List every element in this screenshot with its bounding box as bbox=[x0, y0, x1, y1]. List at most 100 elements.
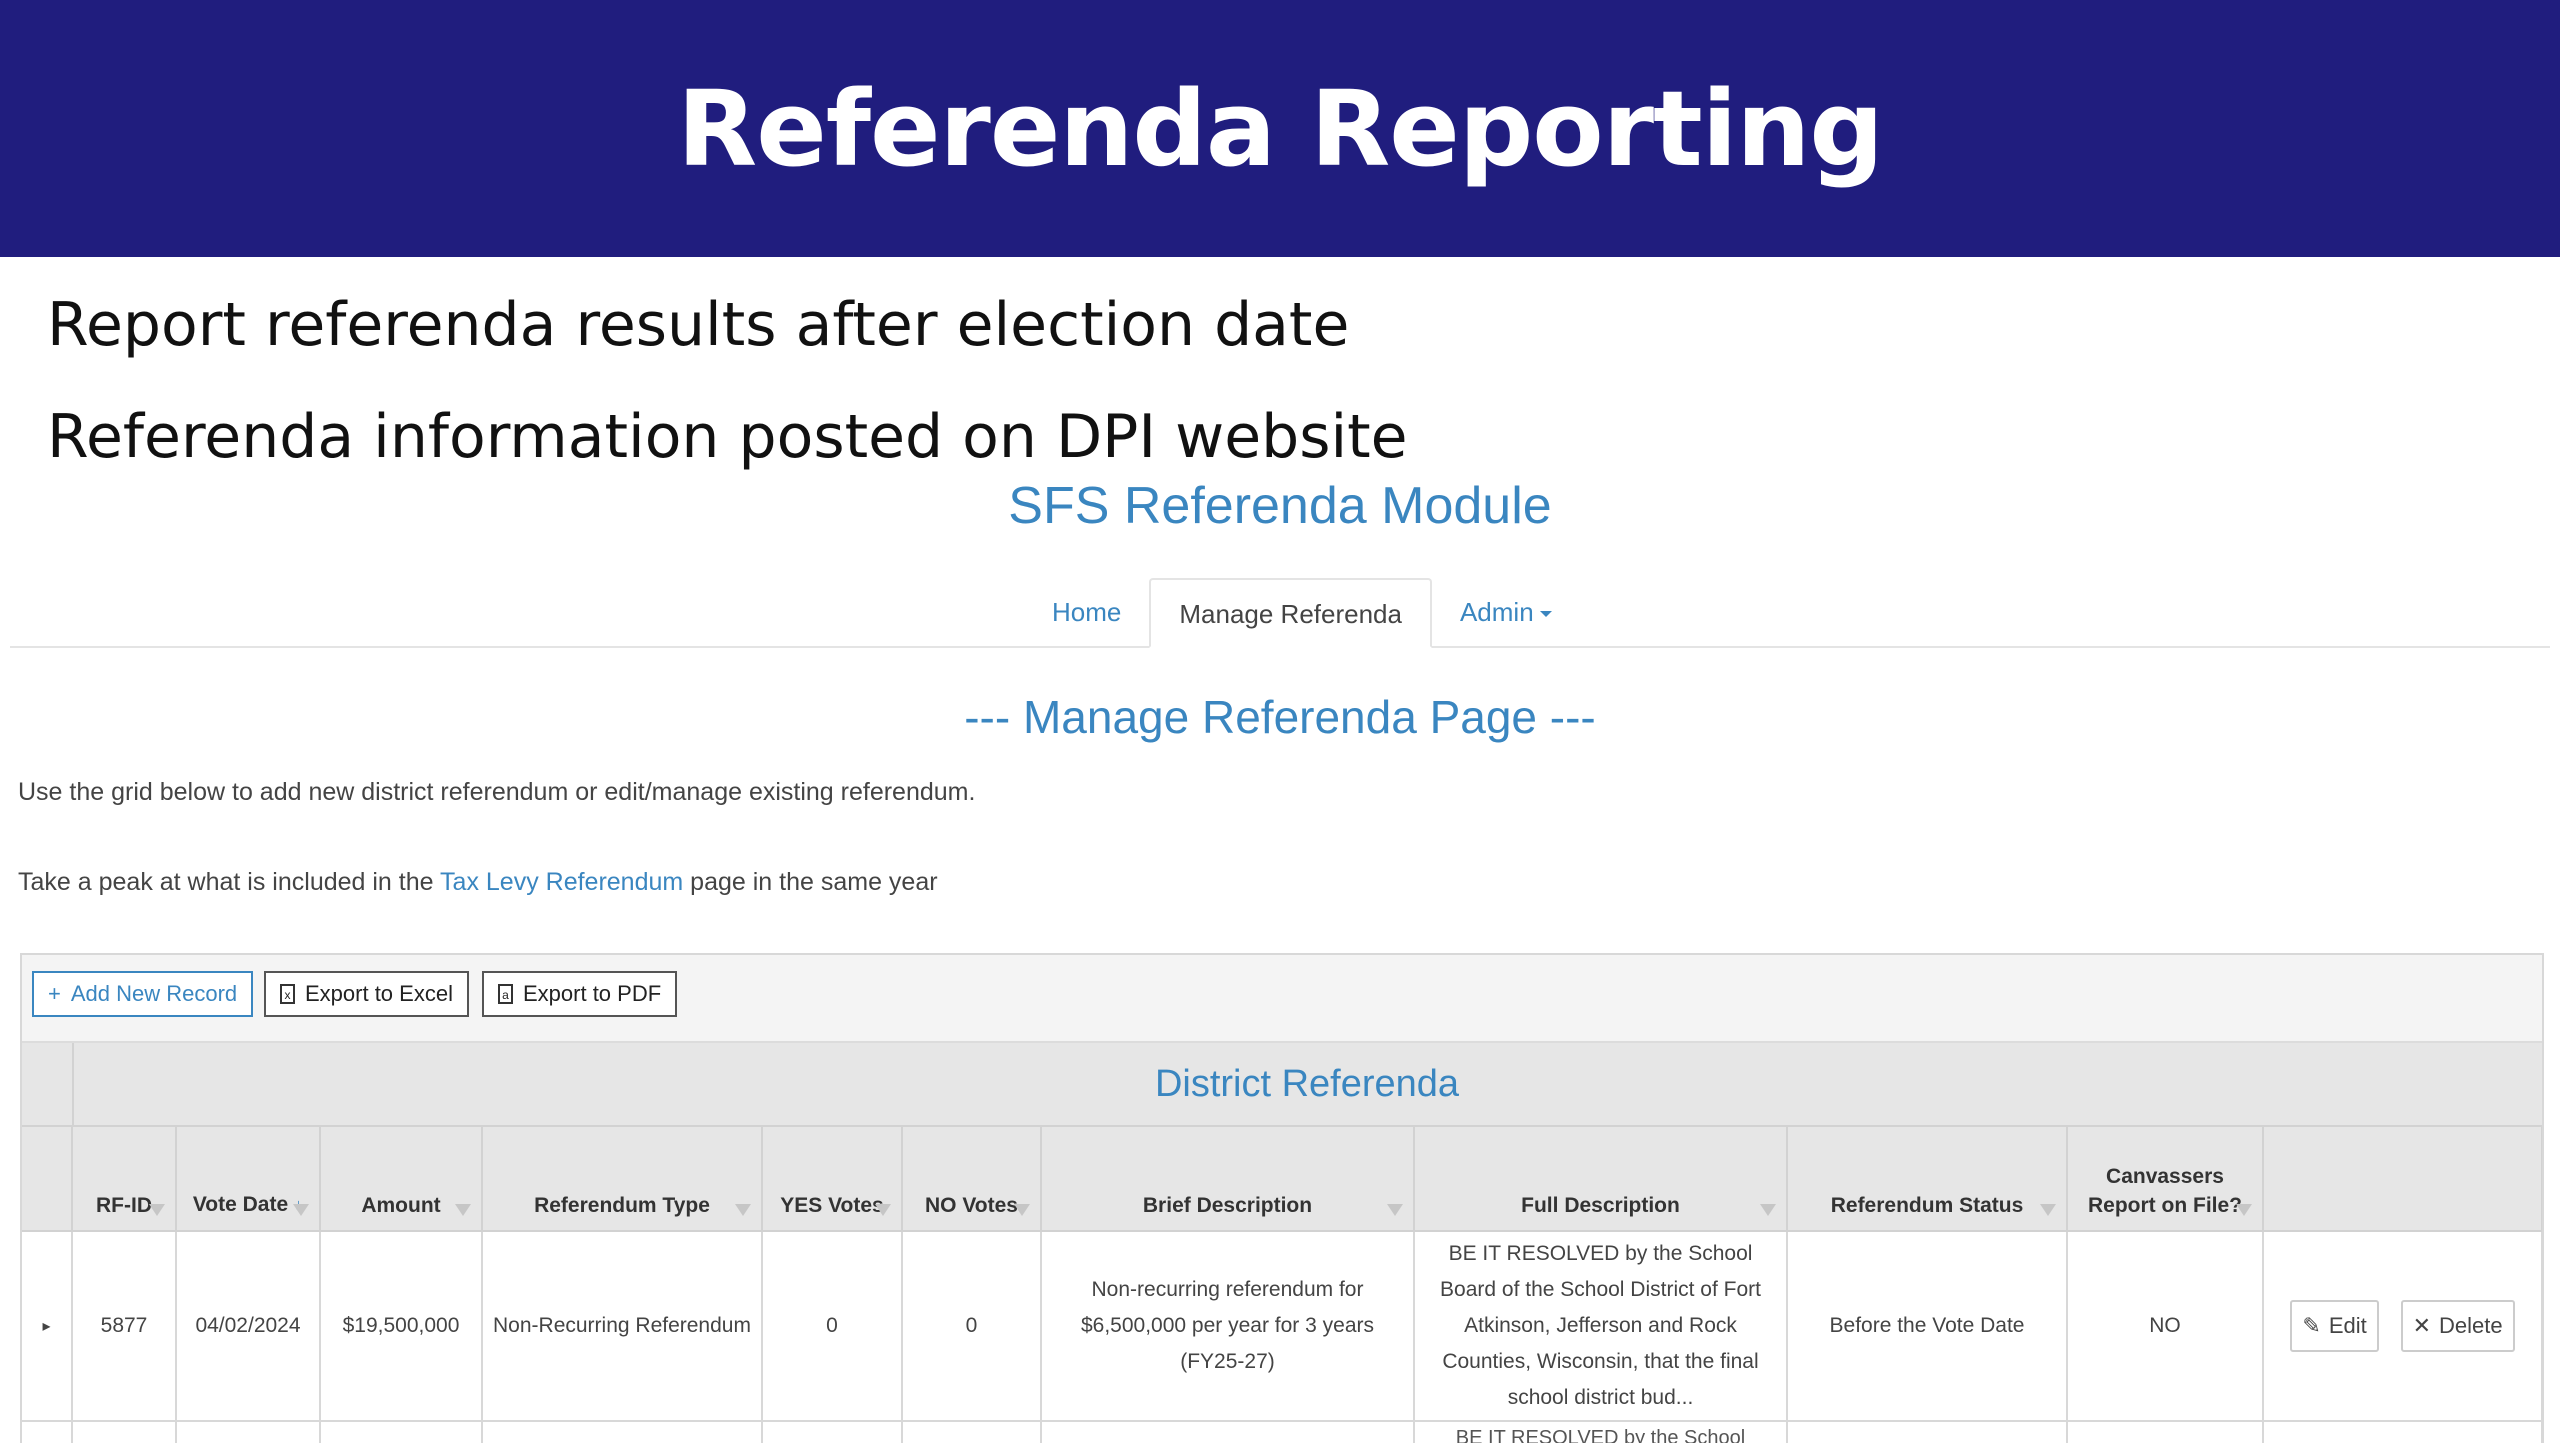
delete-button[interactable]: ✕ Delete bbox=[2400, 1300, 2515, 1352]
peek-suffix: page in the same year bbox=[683, 868, 938, 896]
header-referendum-status-label: Referendum Status bbox=[1830, 1194, 2024, 1217]
cell-rf-id: 5877 bbox=[72, 1231, 177, 1422]
filter-icon[interactable] bbox=[455, 1204, 471, 1216]
header-full-description[interactable]: Full Description bbox=[1414, 1127, 1788, 1232]
add-new-record-label: Add New Record bbox=[70, 981, 238, 1006]
header-rf-id[interactable]: RF-ID bbox=[72, 1127, 177, 1232]
header-no-votes[interactable]: NO Votes bbox=[902, 1127, 1042, 1232]
cell-actions: ✎ Edit ✕ Delete bbox=[2263, 1231, 2542, 1422]
nav-manage-referenda[interactable]: Manage Referenda bbox=[1149, 578, 1432, 648]
filter-icon[interactable] bbox=[149, 1204, 165, 1216]
header-no-votes-label: NO Votes bbox=[925, 1194, 1018, 1217]
expand-arrow-icon[interactable]: ▸ bbox=[42, 1318, 50, 1335]
export-pdf-button[interactable]: a Export to PDF bbox=[482, 971, 678, 1017]
cell-canvassers-report: NO bbox=[2067, 1231, 2264, 1422]
group-gap bbox=[22, 1043, 74, 1125]
filter-icon[interactable] bbox=[2236, 1204, 2252, 1216]
cell-empty bbox=[176, 1421, 321, 1443]
header-actions bbox=[2263, 1127, 2542, 1232]
cell-yes-votes: 0 bbox=[762, 1231, 903, 1422]
slide-bullet-1: Report referenda results after election … bbox=[47, 290, 1350, 360]
peek-text: Take a peak at what is included in the T… bbox=[18, 868, 938, 897]
pencil-icon: ✎ bbox=[2302, 1313, 2321, 1338]
delete-label: Delete bbox=[2439, 1313, 2503, 1338]
table-row: ▸ 5877 04/02/2024 $19,500,000 Non-Recurr… bbox=[22, 1231, 2542, 1422]
grid-group-header: District Referenda bbox=[22, 1043, 2542, 1127]
header-referendum-type[interactable]: Referendum Type bbox=[482, 1127, 763, 1232]
cell-empty bbox=[1041, 1421, 1415, 1443]
cell-full-description: BE IT RESOLVED by the School Board of th… bbox=[1414, 1231, 1788, 1422]
filter-icon[interactable] bbox=[735, 1204, 751, 1216]
pdf-file-icon: a bbox=[498, 984, 513, 1004]
filter-icon[interactable] bbox=[1014, 1204, 1030, 1216]
plus-icon: + bbox=[48, 981, 61, 1006]
module-title: SFS Referenda Module bbox=[1008, 477, 1552, 535]
edit-label: Edit bbox=[2328, 1313, 2367, 1338]
header-yes-votes-label: YES Votes bbox=[780, 1194, 884, 1217]
header-referendum-status[interactable]: Referendum Status bbox=[1787, 1127, 2068, 1232]
cell-amount: $19,500,000 bbox=[320, 1231, 483, 1422]
header-expander bbox=[22, 1127, 73, 1232]
header-referendum-type-label: Referendum Type bbox=[534, 1194, 710, 1217]
table-header-row: RF-ID Vote Date ↓ Amount Referendum Type … bbox=[22, 1127, 2542, 1232]
page-description: Use the grid below to add new district r… bbox=[18, 778, 976, 806]
cell-empty bbox=[2263, 1421, 2542, 1443]
cell-empty bbox=[2067, 1421, 2264, 1443]
header-full-description-label: Full Description bbox=[1521, 1194, 1680, 1217]
cell-vote-date: 04/02/2024 bbox=[176, 1231, 321, 1422]
filter-icon[interactable] bbox=[293, 1204, 309, 1216]
cell-referendum-type: Non-Recurring Referendum bbox=[482, 1231, 763, 1422]
slide-bullet-2: Referenda information posted on DPI webs… bbox=[47, 402, 1408, 472]
nav-home[interactable]: Home bbox=[1024, 578, 1149, 648]
filter-icon[interactable] bbox=[2040, 1204, 2056, 1216]
header-brief-description-label: Brief Description bbox=[1142, 1194, 1313, 1217]
header-rf-id-label: RF-ID bbox=[96, 1194, 152, 1217]
caret-down-icon bbox=[1539, 611, 1552, 618]
cell-no-votes: 0 bbox=[902, 1231, 1042, 1422]
filter-icon[interactable] bbox=[875, 1204, 891, 1216]
grid-title: District Referenda bbox=[1154, 1063, 1460, 1105]
header-brief-description[interactable]: Brief Description bbox=[1041, 1127, 1415, 1232]
row-expander[interactable]: ▸ bbox=[22, 1231, 73, 1422]
filter-icon[interactable] bbox=[1760, 1204, 1776, 1216]
header-canvassers-report-label: Canvassers Report on File? bbox=[2088, 1165, 2242, 1217]
nav-manage-referenda-label: Manage Referenda bbox=[1179, 599, 1402, 629]
referenda-table: RF-ID Vote Date ↓ Amount Referendum Type … bbox=[22, 1127, 2542, 1443]
header-yes-votes[interactable]: YES Votes bbox=[762, 1127, 903, 1232]
cell-empty bbox=[320, 1421, 483, 1443]
row-expander[interactable] bbox=[22, 1421, 73, 1443]
peek-prefix: Take a peak at what is included in the bbox=[18, 868, 441, 896]
grid-toolbar: + Add New Record x Export to Excel a Export… bbox=[22, 955, 2542, 1043]
cell-referendum-status: Before the Vote Date bbox=[1787, 1231, 2068, 1422]
export-excel-label: Export to Excel bbox=[305, 981, 453, 1006]
close-icon: ✕ bbox=[2412, 1313, 2432, 1338]
tax-levy-referendum-link[interactable]: Tax Levy Referendum bbox=[440, 868, 683, 896]
export-pdf-label: Export to PDF bbox=[523, 981, 662, 1006]
slide-title-banner: Referenda Reporting bbox=[0, 0, 2560, 257]
cell-empty bbox=[902, 1421, 1042, 1443]
add-new-record-button[interactable]: + Add New Record bbox=[32, 971, 254, 1017]
header-vote-date[interactable]: Vote Date ↓ bbox=[176, 1127, 321, 1232]
cell-empty bbox=[762, 1421, 903, 1443]
cell-empty bbox=[72, 1421, 177, 1443]
filter-icon[interactable] bbox=[1387, 1204, 1403, 1216]
nav-admin-label: Admin bbox=[1459, 597, 1534, 627]
header-amount-label: Amount bbox=[361, 1194, 441, 1217]
page-heading: --- Manage Referenda Page --- bbox=[964, 691, 1596, 743]
slide-title: Referenda Reporting bbox=[677, 67, 1884, 190]
edit-button[interactable]: ✎ Edit bbox=[2290, 1300, 2379, 1352]
table-row: BE IT RESOLVED by the School bbox=[22, 1421, 2542, 1443]
export-excel-button[interactable]: x Export to Excel bbox=[264, 971, 469, 1017]
cell-empty bbox=[482, 1421, 763, 1443]
excel-file-icon: x bbox=[280, 984, 295, 1004]
nav-home-label: Home bbox=[1052, 597, 1122, 627]
header-canvassers-report[interactable]: Canvassers Report on File? bbox=[2067, 1127, 2264, 1232]
header-vote-date-label: Vote Date bbox=[192, 1193, 289, 1216]
cell-empty bbox=[1787, 1421, 2068, 1443]
cell-full-description: BE IT RESOLVED by the School bbox=[1414, 1421, 1788, 1443]
district-referenda-grid: + Add New Record x Export to Excel a Export… bbox=[20, 953, 2544, 1443]
nav-bar: Home Manage Referenda Admin bbox=[10, 578, 2550, 648]
nav-admin-dropdown[interactable]: Admin bbox=[1432, 578, 1580, 648]
cell-brief-description: Non-recurring referendum for $6,500,000 … bbox=[1041, 1231, 1415, 1422]
header-amount[interactable]: Amount bbox=[320, 1127, 483, 1232]
